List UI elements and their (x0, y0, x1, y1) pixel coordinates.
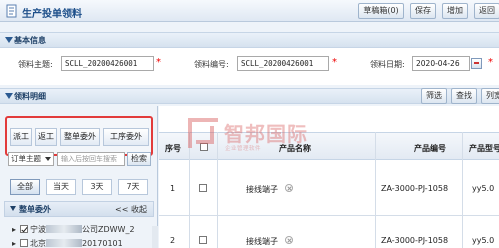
row-code: ZA-3000-PJ-1058 (381, 236, 449, 245)
subject-field[interactable]: SCLL_20200426001 (61, 56, 154, 71)
row-name: 接线端子 (246, 185, 278, 194)
col-index: 序号 (165, 144, 181, 153)
watermark-subtext: 企业管理软件 (225, 146, 262, 152)
tree-item[interactable]: ▸ 宁波 公司ZDWW_2 (12, 224, 135, 236)
checkbox[interactable] (20, 239, 28, 247)
basic-info-title: 基本信息 (14, 36, 46, 45)
remove-icon[interactable] (285, 184, 293, 192)
tree-expand-icon[interactable]: ▸ (12, 239, 20, 248)
date-label: 领料日期: (370, 60, 405, 69)
watermark-logo-icon (196, 126, 214, 144)
code-field[interactable]: SCLL_20200426001 (237, 56, 329, 71)
tree-item-label: 北京 (30, 239, 46, 248)
watermark-text: 智邦国际 (224, 122, 308, 146)
subject-label: 领料主题: (18, 60, 53, 69)
tab-7days[interactable]: 7天 (118, 179, 148, 195)
collapse-arrow-icon (5, 37, 13, 43)
chevron-down-icon (45, 157, 51, 161)
tree-item-label: 宁波 (30, 225, 46, 234)
tab-3days[interactable]: 3天 (82, 179, 112, 195)
row-model: yy5.0 (472, 236, 495, 245)
row-name: 接线端子 (246, 237, 278, 246)
row-index: 1 (170, 184, 176, 193)
required-marker: * (332, 57, 337, 68)
title-bar: 生产投单领料 草稿箱(0) 保存 增加 返回 (0, 0, 499, 22)
col-code: 产品编号 (414, 144, 446, 153)
grid-line (375, 132, 376, 248)
required-marker: * (488, 57, 493, 68)
calendar-icon[interactable] (471, 58, 482, 69)
source-tabs: 派工 返工 整单委外 工序委外 (5, 116, 153, 156)
checkbox[interactable] (20, 225, 28, 233)
code-label: 领料编号: (194, 60, 229, 69)
row-index: 2 (170, 236, 176, 245)
search-button[interactable]: 检索 (127, 152, 151, 166)
order-subject-select[interactable]: 订单主题 (8, 152, 54, 166)
column-button[interactable]: 列宽 (481, 88, 499, 104)
tree-item-tail: 公司ZDWW_2 (82, 225, 135, 234)
search-input[interactable]: 输入后按回车搜索 (57, 152, 125, 166)
detail-title: 领料明细 (14, 92, 46, 101)
required-marker: * (156, 57, 161, 68)
tab-today[interactable]: 当天 (46, 179, 76, 195)
date-field[interactable]: 2020-04-26 (412, 56, 470, 71)
back-button[interactable]: 返回 (474, 3, 499, 19)
redacted-text (46, 225, 82, 233)
tree-item-tail: 20170101 (82, 239, 123, 248)
tab-process-outsource[interactable]: 工序委外 (103, 128, 149, 146)
find-button[interactable]: 查找 (451, 88, 477, 104)
select-value: 订单主题 (11, 154, 41, 163)
group-header[interactable]: 整单委外 << 收起 (4, 201, 154, 217)
tab-order-outsource[interactable]: 整单委外 (60, 128, 100, 146)
add-button[interactable]: 增加 (442, 3, 468, 19)
save-button[interactable]: 保存 (410, 3, 436, 19)
tab-all[interactable]: 全部 (10, 179, 40, 195)
tree-item[interactable]: ▸ 北京 20170101 (12, 238, 123, 248)
col-model: 产品型号 (469, 144, 499, 153)
basic-info-form: 领料主题: SCLL_20200426001 * 领料编号: SCLL_2020… (0, 48, 499, 85)
group-title: 整单委外 (19, 205, 51, 214)
row-code: ZA-3000-PJ-1058 (381, 184, 449, 193)
document-icon (6, 4, 17, 18)
row-model: yy5.0 (472, 184, 495, 193)
basic-info-header[interactable]: 基本信息 (0, 32, 499, 48)
tab-rework[interactable]: 返工 (35, 128, 57, 146)
collapse-arrow-icon (5, 93, 13, 99)
grid-line (159, 215, 499, 216)
filter-button[interactable]: 筛选 (421, 88, 447, 104)
collapse-link[interactable]: << 收起 (115, 204, 147, 215)
tab-dispatch[interactable]: 派工 (10, 128, 32, 146)
grid-line (462, 132, 463, 248)
page-title: 生产投单领料 (22, 9, 82, 20)
expand-arrow-icon (10, 206, 16, 211)
tree-expand-icon[interactable]: ▸ (12, 225, 20, 234)
row-checkbox[interactable] (199, 184, 207, 192)
remove-icon[interactable] (285, 236, 293, 244)
brand-watermark: 智邦国际 企业管理软件 (188, 118, 338, 158)
row-checkbox[interactable] (199, 236, 207, 244)
draft-box-button[interactable]: 草稿箱(0) (358, 3, 404, 19)
redacted-text (46, 239, 82, 247)
scrollbar[interactable] (152, 226, 158, 248)
